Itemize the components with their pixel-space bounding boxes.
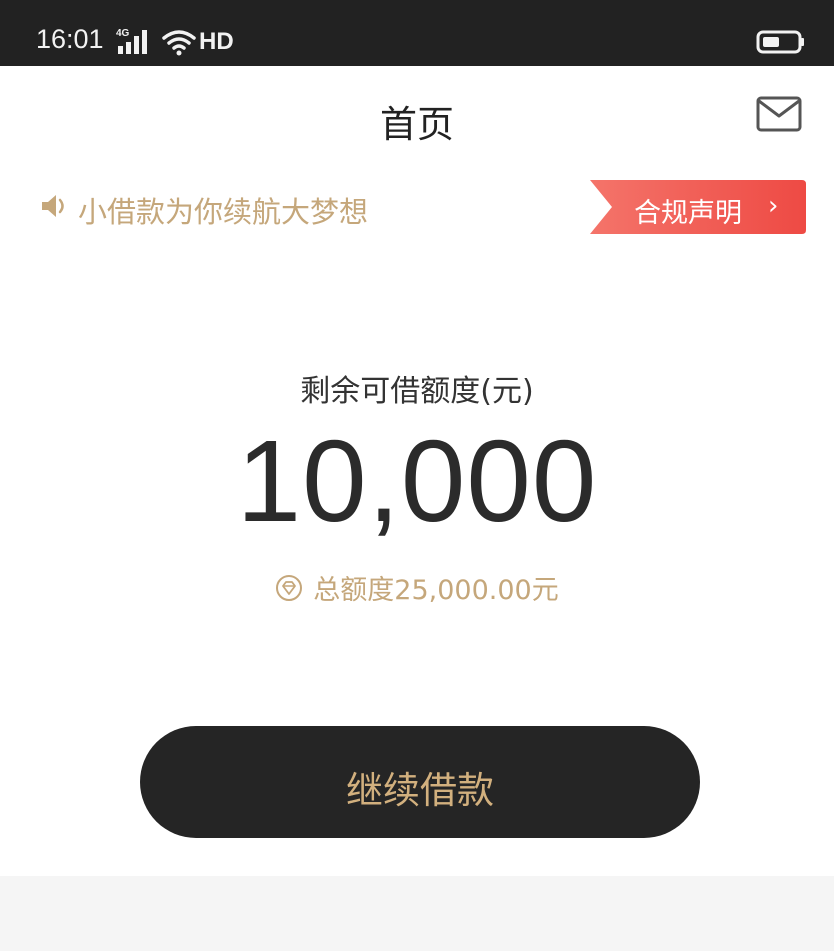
notice-bar: 小借款为你续航大梦想 合规声明 › xyxy=(0,178,834,236)
network-type: 4G xyxy=(116,28,130,39)
total-credit-row: 总额度25,000.00元 xyxy=(0,568,834,606)
page-title: 首页 xyxy=(380,103,454,146)
continue-borrow-button[interactable]: 继续借款 xyxy=(140,726,700,838)
continue-borrow-label: 继续借款 xyxy=(346,769,494,812)
status-bar: 16:01 4G HD xyxy=(0,0,834,66)
status-time: 16:01 xyxy=(36,24,104,54)
speaker-icon xyxy=(42,195,64,217)
credit-amount: 10,000 xyxy=(236,416,598,546)
battery-icon xyxy=(756,30,804,54)
wifi-icon xyxy=(162,30,196,56)
total-credit-text: 总额度25,000.00元 xyxy=(313,575,559,606)
mail-icon[interactable] xyxy=(756,96,802,132)
status-hd: HD xyxy=(199,28,234,55)
diamond-icon xyxy=(276,574,303,601)
notice-text: 小借款为你续航大梦想 xyxy=(78,195,369,229)
credit-label: 剩余可借额度(元) xyxy=(300,374,534,409)
chevron-right-icon: › xyxy=(768,191,779,221)
bottom-area xyxy=(0,876,834,951)
signal-icon: 4G xyxy=(116,28,147,54)
compliance-statement-button[interactable]: 合规声明 › xyxy=(590,180,806,234)
compliance-label: 合规声明 xyxy=(634,198,742,229)
header: 首页 xyxy=(0,66,834,166)
